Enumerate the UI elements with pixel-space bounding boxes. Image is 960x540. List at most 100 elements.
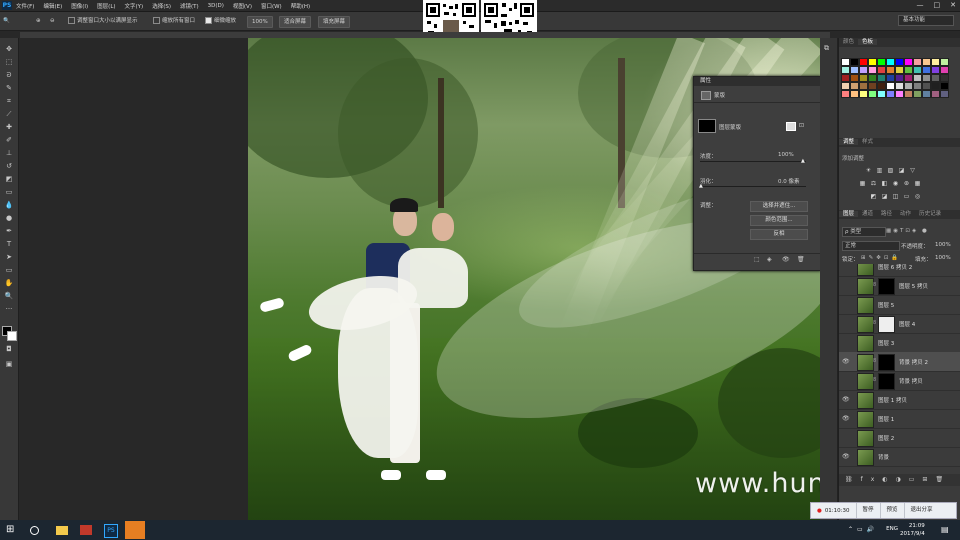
link-icon[interactable]: 8 xyxy=(873,358,876,364)
layer-row[interactable]: 图层 5 xyxy=(839,295,960,315)
color-swatch[interactable] xyxy=(877,90,886,98)
color-swatch[interactable] xyxy=(868,90,877,98)
layer-row[interactable]: 图层 2 xyxy=(839,428,960,448)
photo-filter-icon[interactable]: ◉ xyxy=(892,180,899,187)
notifications-icon[interactable]: ▤ xyxy=(941,525,949,534)
layer-name[interactable]: 图层 5 xyxy=(878,301,894,309)
color-swatch[interactable] xyxy=(850,74,859,82)
color-swatch[interactable] xyxy=(895,82,904,90)
color-swatch[interactable] xyxy=(904,82,913,90)
tab-channels[interactable]: 通道 xyxy=(858,211,877,217)
ime-indicator[interactable]: ENG xyxy=(886,526,898,532)
link-icon[interactable]: 8 xyxy=(873,282,876,288)
tab-color[interactable]: 颜色 xyxy=(839,39,858,45)
zoom-tool-icon[interactable]: 🔍 xyxy=(3,16,10,26)
layer-name[interactable]: 图层 5 拷贝 xyxy=(899,282,928,290)
path-select-tool-icon[interactable]: ➤ xyxy=(4,252,14,262)
layer-mask-thumbnail[interactable] xyxy=(878,316,895,333)
layers-footer-icons[interactable]: ⛓fx◐◑▭⊞🗑 xyxy=(839,474,960,486)
layer-visibility-icon[interactable]: 👁 xyxy=(842,453,850,460)
screen-mode-icon[interactable]: ▣ xyxy=(4,359,14,369)
lasso-tool-icon[interactable]: ᘐ xyxy=(4,70,14,80)
color-swatch[interactable] xyxy=(940,58,949,66)
opacity-value[interactable]: 100% xyxy=(935,242,951,248)
fit-screen-button[interactable]: 适合屏幕 xyxy=(279,16,312,28)
layer-mask-thumbnail[interactable] xyxy=(878,373,895,390)
tray-icons[interactable]: ⌃▭🔊 xyxy=(848,526,878,533)
color-swatch[interactable] xyxy=(868,82,877,90)
vibrance-icon[interactable]: ▽ xyxy=(909,167,916,174)
posterize-icon[interactable]: ◪ xyxy=(881,193,888,200)
color-swatch[interactable] xyxy=(913,66,922,74)
layer-mask-thumbnail[interactable] xyxy=(878,354,895,371)
clone-stamp-tool-icon[interactable]: ⊥ xyxy=(4,148,14,158)
pause-button[interactable]: 暂停 xyxy=(855,503,880,518)
color-swatch[interactable] xyxy=(877,74,886,82)
color-swatch[interactable] xyxy=(850,66,859,74)
menu-filter[interactable]: 滤镜(T) xyxy=(180,2,199,10)
preview-button[interactable]: 预览 xyxy=(879,503,904,518)
color-swatch[interactable] xyxy=(931,66,940,74)
zoom-tool-icon[interactable]: 🔍 xyxy=(4,291,14,301)
color-swatch[interactable] xyxy=(940,82,949,90)
color-swatch[interactable] xyxy=(886,58,895,66)
blur-tool-icon[interactable]: 💧 xyxy=(4,200,14,210)
menu-type[interactable]: 文字(Y) xyxy=(125,2,144,10)
delete-mask-icon[interactable]: 🗑 xyxy=(797,256,805,263)
color-swatch[interactable] xyxy=(904,66,913,74)
layer-mask-thumbnail[interactable] xyxy=(878,278,895,295)
color-lookup-icon[interactable]: ▦ xyxy=(914,180,921,187)
crop-tool-icon[interactable]: ⌗ xyxy=(4,96,14,106)
vector-mask-icon[interactable]: ⊡ xyxy=(799,122,807,129)
menu-image[interactable]: 图像(I) xyxy=(71,2,88,10)
invert-icon[interactable]: ◩ xyxy=(870,193,877,200)
type-tool-icon[interactable]: T xyxy=(4,239,14,249)
threshold-icon[interactable]: ◫ xyxy=(892,193,899,200)
gradient-map-icon[interactable]: ▭ xyxy=(903,193,910,200)
color-swatch[interactable] xyxy=(841,90,850,98)
feather-slider-handle[interactable]: ▲ xyxy=(699,183,703,189)
taskbar-clock[interactable]: 21:09 2017/9/4 xyxy=(900,522,925,538)
color-swatch[interactable] xyxy=(904,58,913,66)
recorder-taskbar-icon[interactable] xyxy=(125,521,145,539)
tab-styles[interactable]: 样式 xyxy=(858,139,877,145)
feather-value[interactable]: 0.0 像素 xyxy=(778,177,800,185)
marquee-tool-icon[interactable]: ⬚ xyxy=(4,57,14,67)
levels-icon[interactable]: ▥ xyxy=(876,167,883,174)
tab-history[interactable]: 历史记录 xyxy=(915,211,945,217)
selective-color-icon[interactable]: ◎ xyxy=(914,193,921,200)
maximize-icon[interactable]: □ xyxy=(934,1,941,9)
link-icon[interactable]: 8 xyxy=(873,377,876,383)
color-range-button[interactable]: 颜色范围... xyxy=(750,215,808,226)
color-swatch[interactable] xyxy=(877,82,886,90)
zoom-all-checkbox[interactable]: 缩放所有窗口 xyxy=(153,16,195,26)
color-swatch[interactable] xyxy=(886,82,895,90)
zoom-100-button[interactable]: 100% xyxy=(247,16,273,28)
menu-file[interactable]: 文件(F) xyxy=(16,2,34,10)
color-balance-icon[interactable]: ⚖ xyxy=(870,180,877,187)
minimize-icon[interactable]: — xyxy=(917,1,924,9)
color-swatch[interactable] xyxy=(877,58,886,66)
color-swatch[interactable] xyxy=(922,66,931,74)
color-swatch[interactable] xyxy=(913,90,922,98)
tab-layers[interactable]: 图层 xyxy=(839,211,859,217)
tab-adjustments[interactable]: 调整 xyxy=(839,139,859,145)
hand-tool-icon[interactable]: ✋ xyxy=(4,278,14,288)
layer-name[interactable]: 背景 拷贝 2 xyxy=(899,358,928,366)
menu-window[interactable]: 窗口(W) xyxy=(261,2,282,10)
zoom-in-icon[interactable]: ⊕ xyxy=(36,16,41,26)
brush-tool-icon[interactable]: ✐ xyxy=(4,135,14,145)
black-white-icon[interactable]: ◧ xyxy=(881,180,888,187)
layer-row[interactable]: 👁 背景 xyxy=(839,447,960,467)
feather-slider[interactable] xyxy=(700,186,806,187)
hue-saturation-icon[interactable]: ▦ xyxy=(859,180,866,187)
layer-row[interactable]: 8 图层 4 xyxy=(839,314,960,334)
color-swatch[interactable] xyxy=(922,74,931,82)
color-swatch[interactable] xyxy=(868,74,877,82)
layer-name[interactable]: 背景 xyxy=(878,453,889,461)
color-swatch[interactable] xyxy=(922,82,931,90)
quick-select-tool-icon[interactable]: ✎ xyxy=(4,83,14,93)
windows-start-icon[interactable]: ⊞ xyxy=(6,524,18,536)
color-swatch[interactable] xyxy=(922,58,931,66)
color-swatch[interactable] xyxy=(877,66,886,74)
